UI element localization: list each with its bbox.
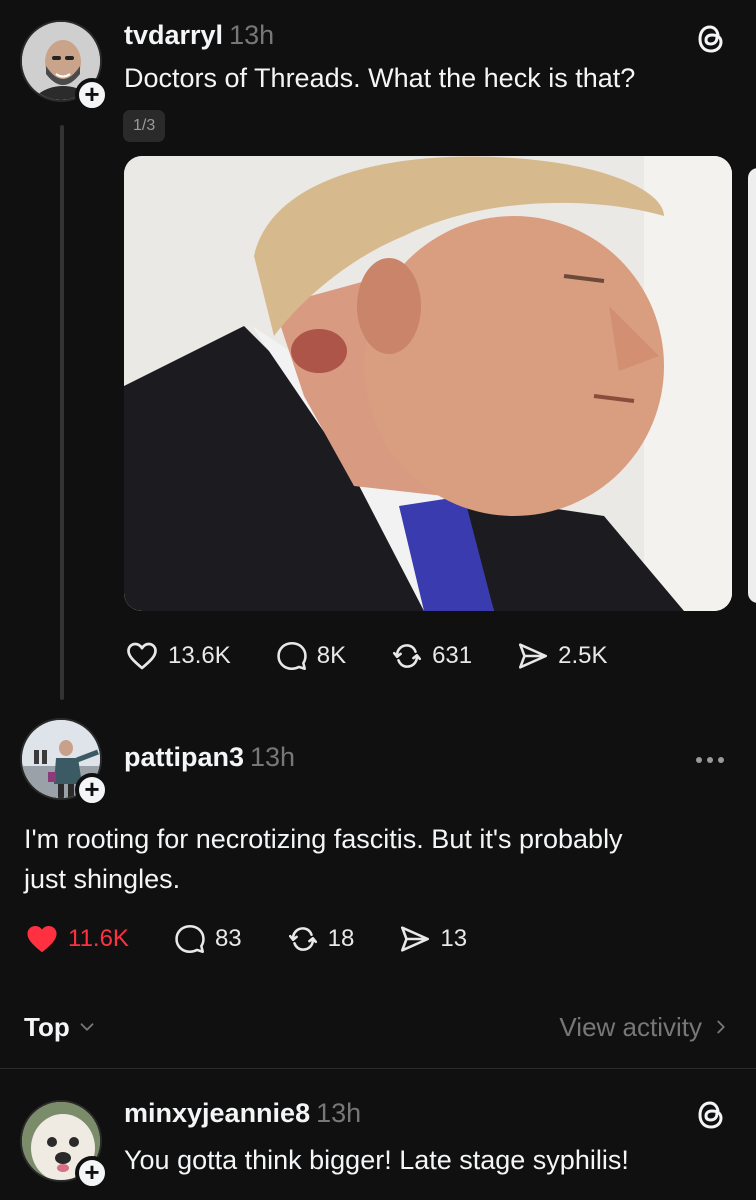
follow-button[interactable]: + <box>75 78 109 112</box>
next-reply-header: minxyjeannie8 13h <box>124 1098 361 1129</box>
reply-count: 8K <box>316 642 347 669</box>
repost-count: 631 <box>432 642 473 669</box>
like-button[interactable]: 11.6K <box>24 921 129 957</box>
plus-icon: + <box>84 79 100 109</box>
more-icon[interactable] <box>696 757 724 763</box>
reply-text-line-1: I'm rooting for necrotizing fascitis. Bu… <box>24 824 623 854</box>
view-activity-label: View activity <box>559 1011 702 1042</box>
original-post: + tvdarryl 13h Doctors of Threads. What t… <box>0 0 756 700</box>
timestamp: 13h <box>316 1098 362 1128</box>
like-count: 11.6K <box>68 925 129 952</box>
post-photo <box>124 156 732 611</box>
post-actions: 13.6K 8K 631 2.5K <box>124 638 652 674</box>
post-image[interactable] <box>124 156 732 611</box>
threads-logo-icon[interactable] <box>692 20 730 58</box>
chevron-down-icon <box>80 1023 94 1031</box>
follow-button[interactable]: + <box>75 1156 109 1190</box>
timestamp: 13h <box>229 20 275 50</box>
reply-text-line-2: just shingles. <box>24 864 181 894</box>
repost-button[interactable]: 631 <box>390 639 472 673</box>
reply-actions: 11.6K 83 18 13 <box>24 921 511 957</box>
threads-logo-icon[interactable] <box>692 1096 730 1134</box>
share-button[interactable]: 13 <box>398 922 467 956</box>
reply-text: I'm rooting for necrotizing fascitis. Bu… <box>24 819 623 899</box>
share-icon <box>401 926 430 952</box>
chevron-right-icon <box>717 1020 725 1034</box>
view-activity-link[interactable]: View activity <box>559 1012 732 1043</box>
repost-button[interactable]: 18 <box>286 922 355 956</box>
comment-icon <box>175 924 205 954</box>
like-count: 13.6K <box>168 642 231 669</box>
username[interactable]: tvdarryl <box>124 20 223 50</box>
media-counter: 1/3 <box>123 110 166 142</box>
next-image-peek[interactable] <box>748 168 756 603</box>
divider <box>0 1068 756 1069</box>
timestamp: 13h <box>250 742 296 772</box>
reply-button[interactable]: 83 <box>173 922 242 956</box>
thread-connector <box>60 125 64 700</box>
threads-feed: + tvdarryl 13h Doctors of Threads. What t… <box>0 0 756 1200</box>
like-button[interactable]: 13.6K <box>124 638 231 674</box>
follow-button[interactable]: + <box>75 773 109 807</box>
reply-count: 83 <box>214 925 242 952</box>
plus-icon: + <box>84 774 100 804</box>
post-header: tvdarryl 13h <box>124 20 274 51</box>
repost-icon <box>393 644 422 668</box>
replies-sort-bar: Top View activity <box>24 1005 732 1049</box>
sort-dropdown[interactable]: Top <box>24 1012 98 1043</box>
username[interactable]: pattipan3 <box>124 742 244 772</box>
username[interactable]: minxyjeannie8 <box>124 1098 310 1128</box>
next-reply-text: You gotta think bigger! Late stage syphi… <box>124 1145 629 1175</box>
share-count: 13 <box>440 925 468 952</box>
reply-button[interactable]: 8K <box>275 639 346 673</box>
share-count: 2.5K <box>558 642 608 669</box>
reply-header: pattipan3 13h <box>124 742 295 773</box>
comment-icon <box>276 641 307 671</box>
share-icon <box>519 643 548 669</box>
share-button[interactable]: 2.5K <box>516 639 608 673</box>
heart-icon <box>27 925 57 953</box>
heart-icon <box>127 642 157 670</box>
repost-icon <box>288 927 317 951</box>
plus-icon: + <box>84 1157 100 1187</box>
post-text: Doctors of Threads. What the heck is tha… <box>124 63 636 93</box>
sort-label: Top <box>24 1011 70 1042</box>
repost-count: 18 <box>327 925 355 952</box>
